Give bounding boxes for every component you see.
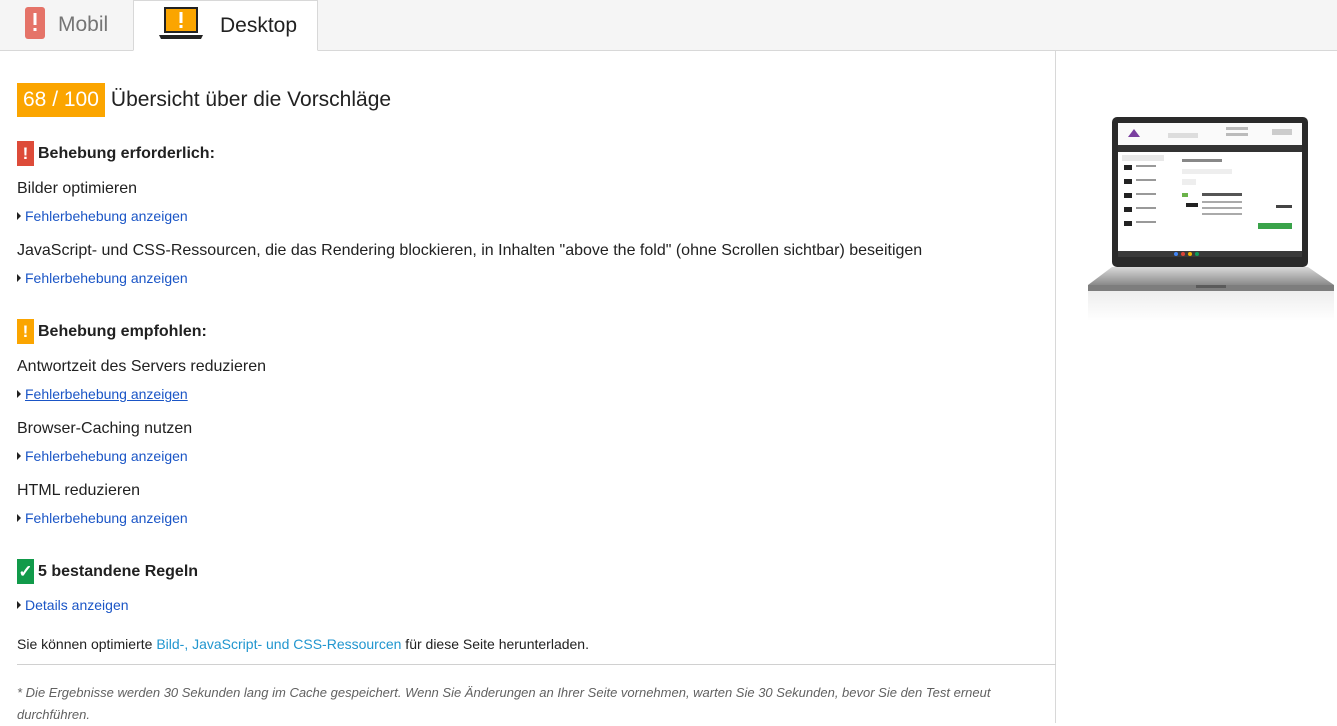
section-required-title: Behebung erforderlich: (38, 144, 215, 162)
expand-triangle-icon (17, 212, 21, 220)
download-suffix: für diese Seite herunterladen. (401, 636, 589, 652)
rule-title: Antwortzeit des Servers reduzieren (17, 358, 266, 375)
rule-toggle[interactable]: Fehlerbehebung anzeigen (17, 386, 188, 402)
rule-title: HTML reduzieren (17, 482, 141, 499)
mobile-warning-icon (24, 6, 46, 45)
page-title: Übersicht über die Vorschläge (110, 88, 392, 111)
tab-desktop[interactable]: Desktop (133, 0, 318, 51)
expand-triangle-icon (17, 601, 21, 609)
rule-toggle[interactable]: Fehlerbehebung anzeigen (17, 270, 188, 286)
laptop-screenshot-preview (1086, 115, 1336, 330)
show-fix-link[interactable]: Fehlerbehebung anzeigen (25, 386, 188, 402)
show-details-link[interactable]: Details anzeigen (25, 597, 129, 613)
show-fix-link[interactable]: Fehlerbehebung anzeigen (25, 448, 188, 464)
show-fix-link[interactable]: Fehlerbehebung anzeigen (25, 510, 188, 526)
download-resources-link[interactable]: Bild-, JavaScript- und CSS-Ressourcen (156, 636, 401, 652)
section-passed-header: ✓ 5 bestandene Regeln (17, 559, 198, 584)
section-passed-title: 5 bestandene Regeln (38, 562, 199, 580)
score-header: 68 / 100 Übersicht über die Vorschläge (17, 83, 391, 117)
rule-title: Browser-Caching nutzen (17, 420, 193, 437)
rule-toggle[interactable]: Fehlerbehebung anzeigen (17, 510, 188, 526)
desktop-warning-icon (158, 6, 204, 45)
passed-rules-toggle[interactable]: Details anzeigen (17, 597, 129, 613)
tab-mobile[interactable]: Mobil (0, 0, 133, 50)
show-fix-link[interactable]: Fehlerbehebung anzeigen (25, 208, 188, 224)
rule-title: JavaScript- und CSS-Ressourcen, die das … (17, 242, 923, 259)
download-note: Sie können optimierte Bild-, JavaScript-… (17, 636, 589, 652)
tab-desktop-label: Desktop (220, 13, 298, 37)
results-panel: 68 / 100 Übersicht über die Vorschläge !… (0, 51, 1056, 723)
divider (17, 664, 1056, 665)
warning-icon: ! (17, 319, 34, 344)
checkmark-icon: ✓ (17, 559, 34, 584)
device-tab-bar: Mobil Desktop (0, 0, 1337, 51)
section-recommended-header: ! Behebung empfohlen: (17, 319, 207, 344)
cache-footnote: * Die Ergebnisse werden 30 Sekunden lang… (17, 685, 991, 722)
rule-title: Bilder optimieren (17, 180, 138, 197)
rule-toggle[interactable]: Fehlerbehebung anzeigen (17, 208, 188, 224)
section-required-header: ! Behebung erforderlich: (17, 141, 215, 166)
expand-triangle-icon (17, 390, 21, 398)
score-badge: 68 / 100 (17, 83, 105, 117)
show-fix-link[interactable]: Fehlerbehebung anzeigen (25, 270, 188, 286)
error-icon: ! (17, 141, 34, 166)
tab-mobile-label: Mobil (58, 13, 109, 36)
section-recommended-title: Behebung empfohlen: (38, 322, 207, 340)
expand-triangle-icon (17, 274, 21, 282)
download-prefix: Sie können optimierte (17, 636, 157, 652)
expand-triangle-icon (17, 514, 21, 522)
expand-triangle-icon (17, 452, 21, 460)
rule-toggle[interactable]: Fehlerbehebung anzeigen (17, 448, 188, 464)
